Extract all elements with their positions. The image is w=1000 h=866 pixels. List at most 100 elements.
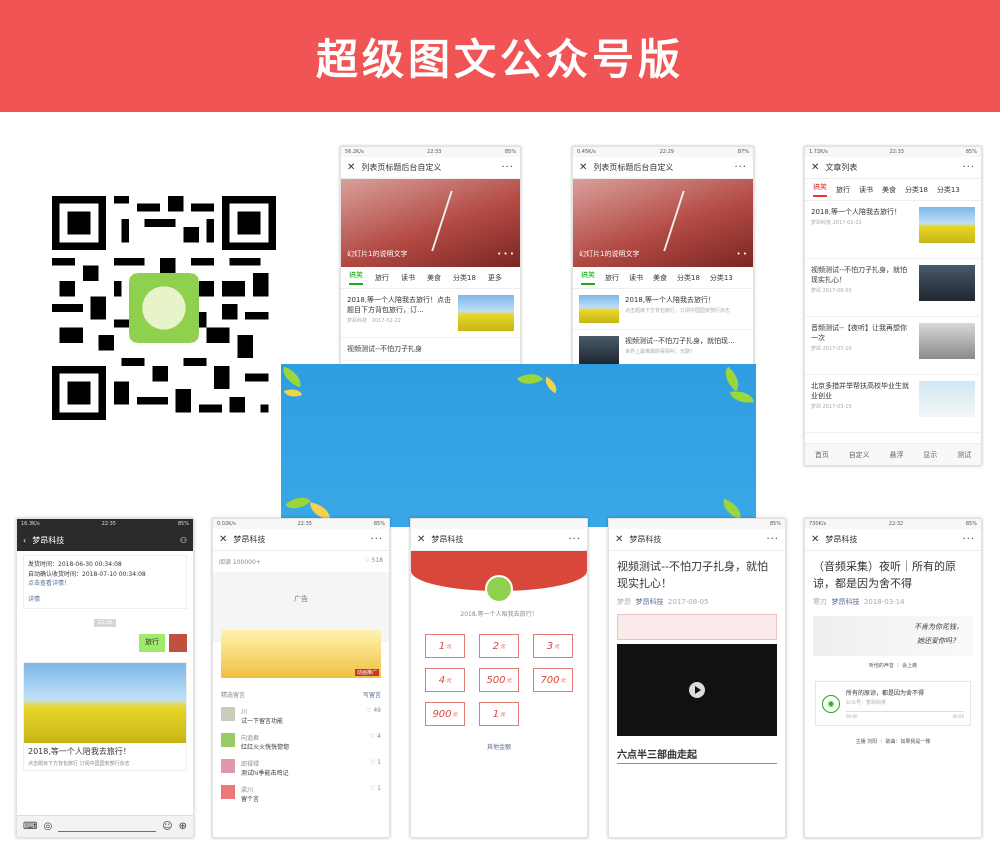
list-item[interactable]: 2018,等一个人陪我去旅行！点击题目下方背包旅行，订... 梦昂科技 2017…	[341, 289, 520, 338]
close-icon[interactable]: ✕	[347, 162, 355, 173]
audio-player[interactable]: ◉ 所有的原谅，都是因为舍不得 公众号：梦昂科技 00:00 00:00	[815, 681, 971, 726]
category-tabs: 搞笑 旅行 读书 美食 分类18 分类13	[805, 179, 981, 201]
amount-button[interactable]: 2元	[479, 634, 519, 658]
article-meta: 梦昂 2017-08-05	[811, 288, 852, 295]
other-amount-link[interactable]: 其他金额	[411, 742, 587, 751]
close-icon[interactable]: ✕	[615, 534, 623, 545]
tab-3[interactable]: 美食	[427, 273, 441, 283]
tab-2[interactable]: 读书	[629, 273, 643, 283]
order-card[interactable]: 发货时间：2018-06-30 00:34:08 自动确认收货时间：2018-0…	[23, 555, 187, 610]
tab-0[interactable]: 搞笑	[349, 270, 363, 285]
account-link[interactable]: 梦昂科技	[831, 598, 859, 606]
more-icon[interactable]: ···	[962, 162, 975, 173]
heart-icon[interactable]: ♡	[364, 557, 369, 564]
list-item[interactable]: 视频测试--不怕刀子扎身	[341, 338, 520, 362]
tab-0[interactable]: 搞笑	[813, 182, 827, 197]
heart-icon[interactable]: ♡	[370, 785, 375, 792]
share-desc: 点击题目下方背包旅行 订阅中国国安部行杂志	[28, 761, 130, 768]
more-icon[interactable]: ···	[370, 534, 383, 545]
add-icon[interactable]: ⊕	[179, 821, 187, 832]
profile-icon[interactable]: ⚇	[180, 536, 187, 545]
tab-4[interactable]: 分类18	[677, 273, 700, 283]
cover-quote-1: 不肯为你花钱，	[914, 623, 963, 631]
heart-icon[interactable]: ♡	[366, 707, 371, 714]
nav-item[interactable]: 测试	[957, 450, 971, 460]
tab-4[interactable]: 分类18	[453, 273, 476, 283]
status-bar: 85%	[609, 519, 785, 529]
tab-1[interactable]: 旅行	[836, 185, 850, 195]
amount-button[interactable]: 500 元	[479, 668, 519, 692]
tab-2[interactable]: 读书	[859, 185, 873, 195]
tab-2[interactable]: 读书	[401, 273, 415, 283]
category-tabs: 搞笑 旅行 读书 美食 分类18 更多	[341, 267, 520, 289]
amount-button[interactable]: 1元	[479, 702, 519, 726]
list-item[interactable]: 北京多措并举帮扶高校毕业生就业创业 梦昂 2017-03-15	[805, 375, 981, 433]
close-icon[interactable]: ✕	[579, 162, 587, 173]
amount-button[interactable]: 3元	[533, 634, 573, 658]
nav-item[interactable]: 悬浮	[889, 450, 903, 460]
video-player[interactable]	[617, 644, 777, 736]
amount-button[interactable]: 700 元	[533, 668, 573, 692]
comment-likes: 49	[373, 707, 381, 714]
nav-item[interactable]: 首页	[815, 450, 829, 460]
detail-link[interactable]: 详情	[28, 595, 182, 605]
read-count: 阅读 100000+	[219, 559, 261, 566]
phone-screenshot-list-2: 0.45K/s 22:29 87% ✕ 列表页标题后台自定义 ··· 幻灯片1的…	[572, 146, 754, 366]
tab-0[interactable]: 搞笑	[581, 270, 595, 285]
ad-label: 广告	[294, 595, 308, 603]
tab-more[interactable]: 更多	[488, 273, 502, 283]
amount-button[interactable]: 900 元	[425, 702, 465, 726]
close-icon[interactable]: ✕	[811, 534, 819, 545]
status-battery: 85%	[177, 521, 189, 527]
heart-icon[interactable]: ♡	[370, 733, 375, 740]
more-icon[interactable]: ···	[962, 534, 975, 545]
voice-icon[interactable]: ◎	[43, 821, 52, 832]
tab-5[interactable]: 分类13	[937, 185, 960, 195]
swing-figure	[431, 191, 491, 251]
more-icon[interactable]: ···	[766, 534, 779, 545]
close-icon[interactable]: ✕	[219, 534, 227, 545]
section-banner: 六点半三部曲走起	[617, 746, 777, 764]
leaf-icon	[516, 367, 544, 391]
tab-4[interactable]: 分类18	[905, 185, 928, 195]
nav-item[interactable]: 显示	[923, 450, 937, 460]
heart-icon[interactable]: ♡	[370, 759, 375, 766]
message-input[interactable]	[58, 822, 157, 832]
swing-figure	[663, 191, 723, 251]
comment-likes: 1	[377, 785, 381, 792]
back-icon[interactable]: ‹	[23, 536, 26, 545]
audio-icon[interactable]: ◉	[822, 694, 840, 713]
ad-banner[interactable]: 动画推广	[221, 630, 381, 678]
slideshow[interactable]: 幻灯片1的说明文字 • •	[573, 179, 753, 267]
list-item[interactable]: 视频测试--不怕刀子扎身，就怕现实扎心！ 梦昂 2017-08-05	[805, 259, 981, 317]
list-item[interactable]: 2018,等一个人陪我去旅行！ 点击题目下方背包旅行，订阅中国国安部行杂志	[573, 289, 753, 330]
list-item[interactable]: 音频测试--【夜听】让我再想你一次 梦昂 2017-07-10	[805, 317, 981, 375]
list-item[interactable]: 2018,等一个人陪我去旅行！ 梦昂科技 2017-02-22	[805, 201, 981, 259]
title-bar: ✕ 梦昂科技 ···	[805, 529, 981, 551]
chat-bubble[interactable]: 旅行	[139, 634, 165, 653]
account-link[interactable]: 梦昂科技	[635, 598, 663, 606]
nav-item[interactable]: 自定义	[849, 450, 870, 460]
tab-1[interactable]: 旅行	[375, 273, 389, 283]
tab-3[interactable]: 美食	[653, 273, 667, 283]
tab-3[interactable]: 美食	[882, 185, 896, 195]
comment-likes: 1	[377, 759, 381, 766]
tab-5[interactable]: 分类13	[710, 273, 733, 283]
article-author: 梦昂	[617, 598, 631, 606]
emoji-icon[interactable]: ☺	[162, 821, 172, 832]
play-icon[interactable]	[689, 682, 705, 698]
close-icon[interactable]: ✕	[811, 162, 819, 173]
more-icon[interactable]: ···	[734, 162, 747, 173]
close-icon[interactable]: ✕	[417, 534, 425, 545]
share-card[interactable]: 2018,等一个人陪我去旅行！ 点击题目下方背包旅行 订阅中国国安部行杂志	[23, 662, 187, 772]
write-comment-link[interactable]: 写留言	[363, 690, 381, 699]
more-icon[interactable]: ···	[568, 534, 581, 545]
amount-button[interactable]: 1元	[425, 634, 465, 658]
tab-1[interactable]: 旅行	[605, 273, 619, 283]
list-item[interactable]: 视频测试--不怕刀子扎身，就怕现... 世界上最难做的事情叫：无聊！	[573, 330, 753, 365]
keyboard-icon[interactable]: ⌨	[23, 821, 37, 832]
more-icon[interactable]: ···	[501, 162, 514, 173]
slideshow[interactable]: 幻灯片1的说明文字 • • •	[341, 179, 520, 267]
amount-button[interactable]: 4元	[425, 668, 465, 692]
article-thumbnail	[919, 323, 975, 359]
